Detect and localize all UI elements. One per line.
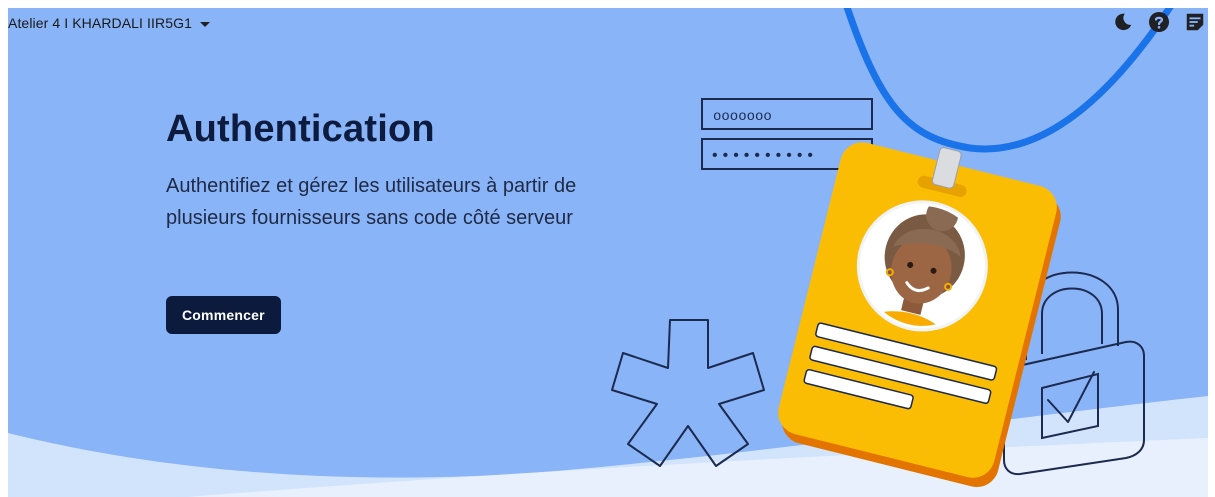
username-field-text: ooooooo (713, 109, 772, 125)
feedback-icon[interactable] (1182, 9, 1208, 35)
project-switcher[interactable]: Atelier 4 I KHARDALI IIR5G1 (8, 12, 210, 34)
get-started-button[interactable]: Commencer (166, 296, 281, 334)
page-description: Authentifiez et gérez les utilisateurs à… (166, 175, 577, 229)
asterisk-outline (611, 319, 765, 467)
page: ooooooo •••••••••• Atelier 4 I KHARDALI … (0, 0, 1215, 497)
page-title: Authentication (166, 108, 435, 150)
help-icon[interactable] (1146, 9, 1172, 35)
chevron-down-icon[interactable] (200, 21, 210, 27)
username-field-graphic: ooooooo (701, 98, 873, 130)
top-bar: Atelier 4 I KHARDALI IIR5G1 (8, 8, 1208, 40)
project-name[interactable]: Atelier 4 I KHARDALI IIR5G1 (8, 15, 192, 31)
top-bar-actions (1110, 8, 1208, 36)
authentication-illustration: ooooooo •••••••••• (8, 8, 1208, 497)
bottom-wave-highlight (188, 438, 1208, 497)
moon-icon[interactable] (1110, 9, 1136, 35)
password-field-text: •••••••••• (710, 147, 816, 165)
hero-banner: ooooooo •••••••••• Atelier 4 I KHARDALI … (8, 8, 1208, 497)
